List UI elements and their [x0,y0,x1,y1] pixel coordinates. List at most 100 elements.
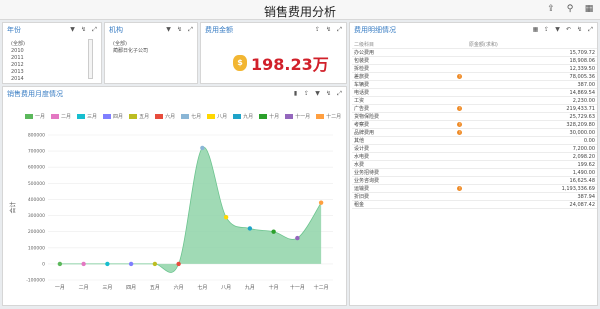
clear-filter-icon[interactable]: ↯ [576,26,583,33]
row-amount: 387.94 [466,192,597,202]
expand-icon[interactable]: ⤢ [336,26,343,33]
table-row[interactable]: 电话费 14,869.54 [352,88,597,98]
expand-icon[interactable]: ⤢ [187,26,194,33]
table-row[interactable]: 拆检费 12,339.50 [352,64,597,74]
year-option[interactable]: 2014 [11,76,25,83]
amount-panel: 费用金额 ⇪ ↯ ⤢ $ 198.23万 [200,22,347,84]
area-chart: -100000 0 100000 200000 300000 400000 500000 60… [9,133,333,291]
data-point [176,261,181,267]
table-row[interactable]: 业务咨询费 16,625.48 [352,176,597,186]
table-row[interactable]: 其他 0.00 [352,136,597,146]
row-amount: 0.00 [466,136,597,146]
row-item: 品牌费用 [352,128,453,138]
table-row[interactable]: 设计费 7,200.00 [352,144,597,154]
y-tick-label: -100000 [26,278,45,284]
row-amount: 14,869.54 [466,88,597,98]
row-amount: 16,625.48 [466,176,597,186]
org-option[interactable]: 蔺鄱日化子公司 [113,48,148,55]
year-scrollbar[interactable] [88,39,93,79]
y-tick-label: 500000 [28,181,45,187]
table-row[interactable]: 品牌费用! 30,000.00 [352,128,597,138]
year-option[interactable]: 2011 [11,55,25,62]
org-list: (全部) 蔺鄱日化子公司 [113,41,148,55]
x-tick-label: 七月 [197,284,207,291]
table-icon[interactable]: ▦ [532,26,539,33]
amount-panel-title: 费用金额 [205,26,233,34]
filter-icon[interactable]: ▼ [554,26,561,33]
data-point [247,226,253,231]
y-tick-label: 300000 [28,213,45,219]
expand-icon[interactable]: ⤢ [587,26,594,33]
clear-filter-icon[interactable]: ↯ [325,26,332,33]
table-row[interactable]: 水电费 2,098.20 [352,152,597,162]
table-row[interactable]: 考察费! 328,209.80 [352,120,597,130]
clear-filter-icon[interactable]: ↯ [176,26,183,33]
col-header-item[interactable]: 二级科目 [352,41,453,50]
row-item: 差旅费 [352,72,453,82]
row-amount: 12,339.50 [466,64,597,74]
row-amount: 219,433.71 [466,104,597,114]
area-fill [59,147,322,273]
row-item: 包装费 [352,56,453,66]
filter-icon[interactable]: ▼ [314,90,321,97]
table-row[interactable]: 业务招待费 1,490.00 [352,168,597,178]
table-row[interactable]: 广告费! 219,433.71 [352,104,597,114]
table-row[interactable]: 租金 24,087.42 [352,200,597,210]
data-point [223,214,229,220]
row-amount: 7,200.00 [466,144,597,154]
data-point [318,200,324,205]
row-item: 水电费 [352,152,453,162]
clear-filter-icon[interactable]: ↯ [325,90,332,97]
year-option[interactable]: 2012 [11,62,25,69]
row-item: 考察费 [352,120,453,130]
row-item: 货物保险费 [352,112,453,122]
expand-icon[interactable]: ⤢ [91,26,98,33]
filter-icon[interactable]: ⚲ [565,4,575,14]
table-row[interactable]: 工资 2,230.00 [352,96,597,106]
export-icon[interactable]: ⇪ [303,90,310,97]
detail-panel: 费用明细情况 ▦ ⇪ ▼ ↶ ↯ ⤢ 二级科目 原金额(求和) 办公费用 15,7… [349,22,598,306]
filter-icon[interactable]: ▼ [165,26,172,33]
x-tick-label: 十一月 [290,284,305,291]
filter-icon[interactable]: ▼ [69,26,76,33]
table-row[interactable]: 包装费 18,908.06 [352,56,597,66]
table-row[interactable]: 货物保险费 25,729.63 [352,112,597,122]
year-panel: 年份 ▼ ↯ ⤢ (全部) 2010 2011 2012 2013 2014 [2,22,102,84]
calendar-icon[interactable]: ▦ [584,4,594,14]
x-tick-label: 八月 [221,285,231,291]
export-icon[interactable]: ⇪ [546,4,556,14]
export-icon[interactable]: ⇪ [543,26,550,33]
row-amount: 387.00 [466,80,597,90]
y-tick-label: 700000 [28,149,45,155]
x-tick-label: 一月 [55,285,65,291]
table-row[interactable]: 车辆费 387.00 [352,80,597,90]
org-option[interactable]: (全部) [113,41,148,48]
undo-icon[interactable]: ↶ [565,26,572,33]
row-item: 办公费用 [352,48,453,58]
table-row[interactable]: 办公费用 15,709.72 [352,48,597,58]
year-option[interactable]: 2013 [11,69,25,76]
x-tick-label: 九月 [245,284,255,291]
x-tick-label: 四月 [126,285,136,291]
year-option[interactable]: 2010 [11,48,25,55]
detail-panel-title: 费用明细情况 [354,26,396,34]
table-row[interactable]: 折旧费 387.94 [352,192,597,202]
clear-filter-icon[interactable]: ↯ [80,26,87,33]
warning-icon: ! [457,129,463,135]
row-item: 水费 [352,160,453,170]
export-icon[interactable]: ⇪ [314,26,321,33]
year-option[interactable]: (全部) [11,41,25,48]
col-header-amount[interactable]: 原金额(求和) [466,41,597,50]
row-item: 运输费 [352,184,453,194]
y-axis-label: 合计 [9,201,17,213]
row-item: 业务招待费 [352,168,453,178]
expand-icon[interactable]: ⤢ [336,90,343,97]
chart-type-icon[interactable]: ▮ [292,90,299,97]
table-row[interactable]: 水费 199.62 [352,160,597,170]
row-amount: 1,193,336.69 [466,184,597,194]
x-tick-label: 五月 [150,285,160,291]
chart-panel: 销售费用月度情况 ▮ ⇪ ▼ ↯ ⤢ 一月 二月 三月 四月 五月 六月 七月 八月 九月 十月 十… [2,86,347,306]
table-row[interactable]: 运输费! 1,193,336.69 [352,184,597,194]
table-row[interactable]: 差旅费! 78,005.36 [352,72,597,82]
row-amount: 1,490.00 [466,168,597,178]
